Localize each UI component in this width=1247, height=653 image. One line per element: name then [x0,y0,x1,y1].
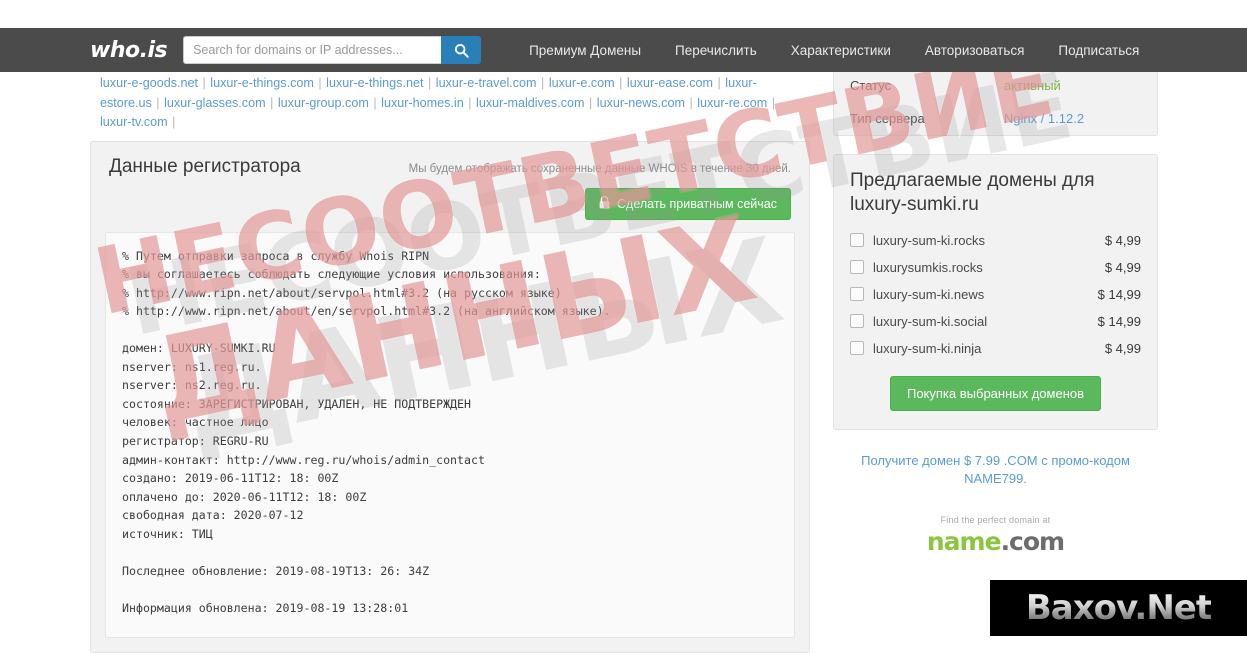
info-value: Nginx / 1.12.2 [1004,102,1157,135]
domain-name[interactable]: luxury-sum-ki.social [873,314,1098,329]
panel-header: Данные регистратора Мы будем отображать … [91,142,809,184]
related-separator: | [463,95,477,110]
main-content: luxur-e-goods.net | luxur-e-things.com |… [90,68,1158,653]
related-domain-link[interactable]: luxur-maldives.com [476,96,584,110]
suggested-domains-title: Предлагаемые домены для luxury-sumki.ru [850,170,1095,215]
whois-retention-note: Мы будем отображать сохраненные данные W… [408,162,791,175]
related-separator: | [584,95,597,110]
panel-actions: Сделать приватным сейчас [91,184,809,232]
related-domain-link[interactable]: luxur-news.com [597,96,685,110]
domain-name[interactable]: luxury-sum-ki.ninja [873,341,1105,356]
promo-link[interactable]: Получите домен $ 7.99 .COM с промо-кодом… [833,452,1158,490]
related-separator: | [368,95,382,110]
domain-checkbox[interactable] [850,233,864,247]
list-item[interactable]: luxury-sum-ki.social $ 14,99 [850,308,1141,335]
right-sidebar: Статус активный Тип сервера Nginx / 1.12.2 … [833,68,1158,556]
info-key: Статус [850,78,892,93]
related-domain-link[interactable]: luxur-e-goods.net [100,76,198,90]
related-domain-link[interactable]: luxur-ease.com [627,76,713,90]
search-input[interactable] [183,36,442,64]
domain-info-card: Статус активный Тип сервера Nginx / 1.12.2 [833,68,1158,136]
search-button[interactable] [441,36,482,64]
lock-icon [599,195,610,212]
related-separator: | [614,76,627,90]
buy-selected-domains-button[interactable]: Покупка выбранных доменов [889,375,1102,411]
info-value: активный [1004,69,1157,102]
related-domain-link[interactable]: luxur-e-things.com [210,76,314,90]
related-domain-link[interactable]: luxur-group.com [278,96,369,110]
namecom-logo-tld: .com [1000,527,1066,557]
baxov-watermark-text: Baxov.Net [1025,588,1212,628]
left-column: luxur-e-goods.net | luxur-e-things.com |… [90,68,810,653]
table-row: Тип сервера Nginx / 1.12.2 [834,102,1157,135]
main-nav: Премиум Домены Перечислить Характеристики А… [529,43,1139,58]
related-separator: | [265,95,278,110]
domain-name[interactable]: luxury-sum-ki.rocks [873,233,1105,248]
nav-item-3[interactable]: Характеристики [791,43,891,58]
whois-raw-text: % Путем отправки запроса в службу Whois … [122,248,611,615]
domain-checkbox[interactable] [850,314,864,328]
domain-checkbox[interactable] [850,341,864,355]
list-item[interactable]: luxurysumkis.rocks $ 4,99 [850,254,1141,281]
make-private-button-label: Сделать приватным сейчас [617,196,777,211]
related-separator: | [713,76,726,90]
make-private-button[interactable]: Сделать приватным сейчас [585,187,791,220]
status-badge: активный [1003,78,1061,93]
registrar-data-panel: Данные регистратора Мы будем отображать … [90,140,810,653]
header-inner: who.is Премиум Домены Перечислить Характер… [90,36,1160,64]
site-header: who.is Премиум Домены Перечислить Характер… [0,28,1247,72]
page-top-strip [0,0,1247,28]
namecom-logo-name: name [926,527,1002,557]
nav-item-4[interactable]: Авторизоваться [925,43,1025,58]
nav-item-5[interactable]: Подписаться [1058,43,1139,58]
related-domain-link[interactable]: luxur-e-travel.com [436,76,537,90]
list-item[interactable]: luxury-sum-ki.ninja $ 4,99 [850,335,1141,362]
search-icon [454,43,469,58]
domain-info-table: Статус активный Тип сервера Nginx / 1.12.2 [834,69,1157,135]
list-item[interactable]: luxury-sum-ki.rocks $ 4,99 [850,227,1141,254]
related-separator: | [684,95,698,110]
nav-item-2[interactable]: Перечислить [675,43,757,58]
suggested-domains-list: luxury-sum-ki.rocks $ 4,99 luxurysumkis.ro… [834,227,1157,366]
related-separator: | [536,76,549,90]
domain-price: $ 4,99 [1104,340,1141,356]
related-domains-strip: luxur-e-goods.net | luxur-e-things.com |… [90,68,810,141]
table-row: Статус активный [834,69,1157,102]
page-root: luxur-e-goods.net | luxur-e-things.com |… [0,0,1247,653]
related-domain-link[interactable]: luxur-re.com [697,96,767,110]
suggested-domains-actions: Покупка выбранных доменов [834,366,1157,429]
baxov-watermark: Baxov.Net [990,580,1247,636]
server-type-value: Nginx / 1.12.2 [1003,111,1085,126]
domain-price: $ 14,99 [1097,286,1141,302]
namecom-tagline: Find the perfect domain at [940,515,1051,526]
related-domain-link[interactable]: luxur-e.com [549,76,615,90]
related-separator: | [151,95,165,110]
related-separator: | [313,76,327,90]
related-separator: | [198,76,211,90]
related-domain-link[interactable]: luxur-homes.in [381,96,464,110]
domain-name[interactable]: luxury-sum-ki.news [873,287,1098,302]
suggested-domains-card: Предлагаемые домены для luxury-sumki.ru … [833,154,1158,430]
page-title: Данные регистратора [109,155,301,177]
related-domain-link[interactable]: luxur-tv.com [100,115,168,129]
search-group [183,36,482,64]
list-item[interactable]: luxury-sum-ki.news $ 14,99 [850,281,1141,308]
related-separator: | [423,76,436,90]
domain-name[interactable]: luxurysumkis.rocks [873,260,1105,275]
namecom-logo: name.com [833,527,1158,556]
info-key: Тип сервера [850,111,925,126]
domain-checkbox[interactable] [850,260,864,274]
domain-price: $ 14,99 [1097,313,1141,329]
namecom-ad[interactable]: Find the perfect domain at name.com [833,515,1158,556]
domain-price: $ 4,99 [1104,259,1141,275]
related-separator: | [767,95,776,110]
whois-output-box: % Путем отправки запроса в службу Whois … [105,231,795,639]
domain-price: $ 4,99 [1104,232,1141,248]
site-logo[interactable]: who.is [90,38,168,63]
nav-item-1[interactable]: Премиум Домены [529,43,641,58]
domain-checkbox[interactable] [850,287,864,301]
related-separator: | [167,115,176,130]
related-domain-link[interactable]: luxur-glasses.com [164,96,265,110]
related-domain-link[interactable]: luxur-e-things.net [326,76,423,90]
